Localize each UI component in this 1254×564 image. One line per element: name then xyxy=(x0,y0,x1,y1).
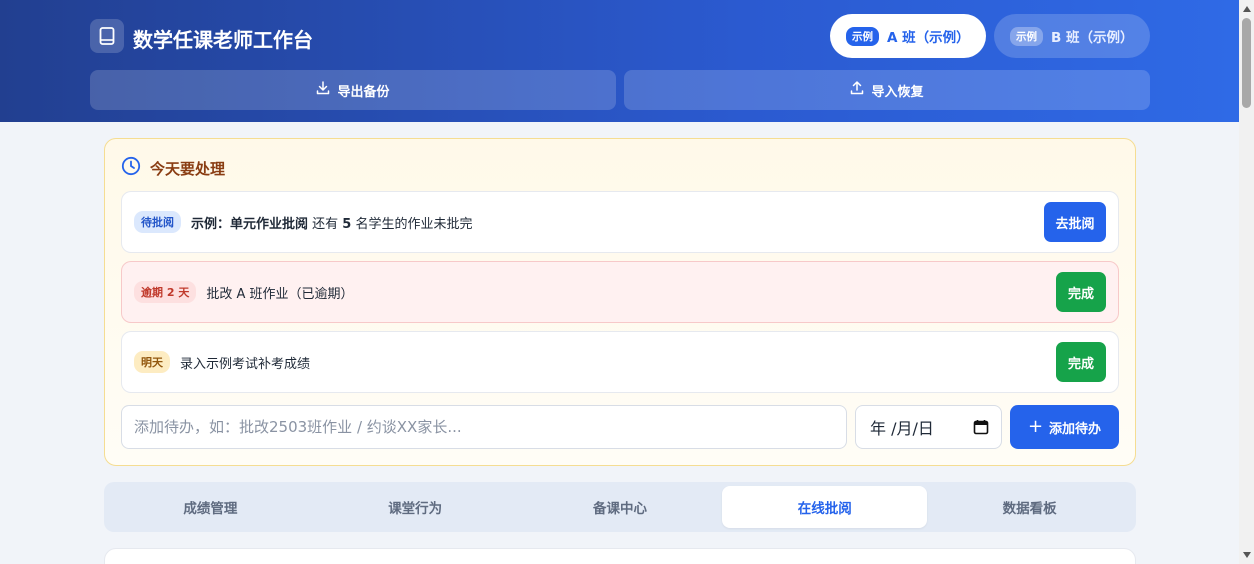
todo-text: 录入示例考试补考成绩 xyxy=(180,356,311,372)
todo-item: 明天 录入示例考试补考成绩 完成 xyxy=(121,331,1119,393)
example-badge: 示例 xyxy=(1010,26,1043,46)
tab-class-behavior[interactable]: 课堂行为 xyxy=(313,486,518,528)
todo-item: 待批阅 示例：单元作业批阅 还有 5 名学生的作业未批完 去批阅 xyxy=(121,191,1119,253)
todo-item: 逾期 2 天 批改 A 班作业（已逾期） 完成 xyxy=(121,261,1119,323)
upload-icon xyxy=(850,81,871,99)
date-field[interactable]: 年 /月/日 xyxy=(855,405,1002,449)
tab-lesson-prep[interactable]: 备课中心 xyxy=(518,486,723,528)
book-icon xyxy=(90,19,124,53)
tab-online-review[interactable]: 在线批阅 xyxy=(722,486,928,528)
export-backup-button[interactable]: 导出备份 xyxy=(90,70,616,110)
download-icon xyxy=(316,81,337,99)
today-header: 今天要处理 xyxy=(121,156,225,180)
calendar-icon[interactable] xyxy=(973,419,989,439)
content-panel xyxy=(104,548,1136,564)
export-label: 导出备份 xyxy=(337,84,390,100)
main-tabs: 成绩管理 课堂行为 备课中心 在线批阅 数据看板 xyxy=(104,482,1136,532)
class-tab-label: A 班（示例） xyxy=(887,30,970,46)
class-tab-a[interactable]: 示例 A 班（示例） xyxy=(830,14,986,58)
plus-icon: + xyxy=(1027,416,1044,437)
tab-dashboard[interactable]: 数据看板 xyxy=(927,486,1132,528)
scroll-up-icon[interactable] xyxy=(1239,2,1254,16)
scroll-down-icon[interactable] xyxy=(1239,548,1254,562)
status-badge: 待批阅 xyxy=(134,211,181,233)
status-badge: 逾期 2 天 xyxy=(134,281,197,303)
today-panel: 今天要处理 待批阅 示例：单元作业批阅 还有 5 名学生的作业未批完 去批阅 逾… xyxy=(104,138,1136,466)
go-review-button[interactable]: 去批阅 xyxy=(1044,202,1106,242)
app-header: 数学任课老师工作台 示例 A 班（示例） 示例 B 班（示例） 导出备份 导入恢… xyxy=(0,0,1239,122)
tab-grades[interactable]: 成绩管理 xyxy=(108,486,313,528)
add-todo-label: 添加待办 xyxy=(1049,421,1102,437)
todo-text-part: 名学生的作业未批完 xyxy=(351,216,473,232)
class-tab-label: B 班（示例） xyxy=(1051,30,1134,46)
todo-title: 示例：单元作业批阅 xyxy=(191,216,309,232)
complete-button[interactable]: 完成 xyxy=(1056,272,1106,312)
todo-text: 示例：单元作业批阅 还有 5 名学生的作业未批完 xyxy=(191,213,472,232)
todo-text-part: 还有 xyxy=(308,216,343,232)
add-todo-button[interactable]: + 添加待办 xyxy=(1010,405,1119,449)
scrollbar-thumb[interactable] xyxy=(1242,18,1251,108)
todo-text: 批改 A 班作业（已逾期） xyxy=(206,286,354,302)
example-badge: 示例 xyxy=(846,26,879,46)
import-restore-button[interactable]: 导入恢复 xyxy=(624,70,1150,110)
today-title: 今天要处理 xyxy=(150,159,226,178)
todo-input[interactable] xyxy=(121,405,847,449)
vertical-scrollbar[interactable] xyxy=(1239,0,1254,564)
class-tab-b[interactable]: 示例 B 班（示例） xyxy=(994,14,1150,58)
todo-count: 5 xyxy=(342,216,352,232)
complete-button[interactable]: 完成 xyxy=(1056,342,1106,382)
app-title: 数学任课老师工作台 xyxy=(133,28,313,52)
clock-icon xyxy=(121,156,141,180)
status-badge: 明天 xyxy=(134,351,170,373)
date-placeholder: 年 /月/日 xyxy=(870,419,934,438)
import-label: 导入恢复 xyxy=(871,84,924,100)
